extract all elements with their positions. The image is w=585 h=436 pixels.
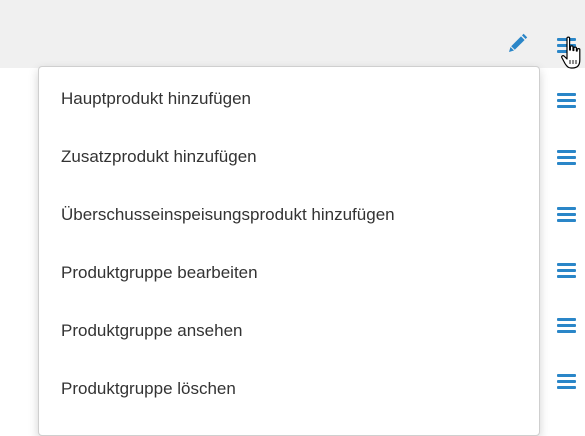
hand-cursor-icon bbox=[561, 36, 581, 69]
actions-dropdown-menu: Hauptprodukt hinzufügen Zusatzprodukt hi… bbox=[38, 66, 540, 436]
menu-item-hauptprodukt-hinzufuegen[interactable]: Hauptprodukt hinzufügen bbox=[39, 70, 539, 128]
pencil-icon[interactable] bbox=[506, 33, 528, 55]
row-menu-icon[interactable] bbox=[557, 263, 576, 278]
menu-item-produktgruppe-bearbeiten[interactable]: Produktgruppe bearbeiten bbox=[39, 244, 539, 302]
row-menu-icon[interactable] bbox=[557, 150, 576, 165]
row-menu-icon[interactable] bbox=[557, 318, 576, 333]
menu-item-produktgruppe-loeschen[interactable]: Produktgruppe löschen bbox=[39, 360, 539, 418]
row-menu-icon[interactable] bbox=[557, 207, 576, 222]
header-bar bbox=[0, 0, 585, 68]
row-menu-icon[interactable] bbox=[557, 93, 576, 108]
menu-item-zusatzprodukt-hinzufuegen[interactable]: Zusatzprodukt hinzufügen bbox=[39, 128, 539, 186]
row-menu-icon[interactable] bbox=[557, 374, 576, 389]
menu-item-produktgruppe-ansehen[interactable]: Produktgruppe ansehen bbox=[39, 302, 539, 360]
menu-item-ueberschusseinspeisungsprodukt-hinzufuegen[interactable]: Überschusseinspeisungsprodukt hinzufügen bbox=[39, 186, 539, 244]
